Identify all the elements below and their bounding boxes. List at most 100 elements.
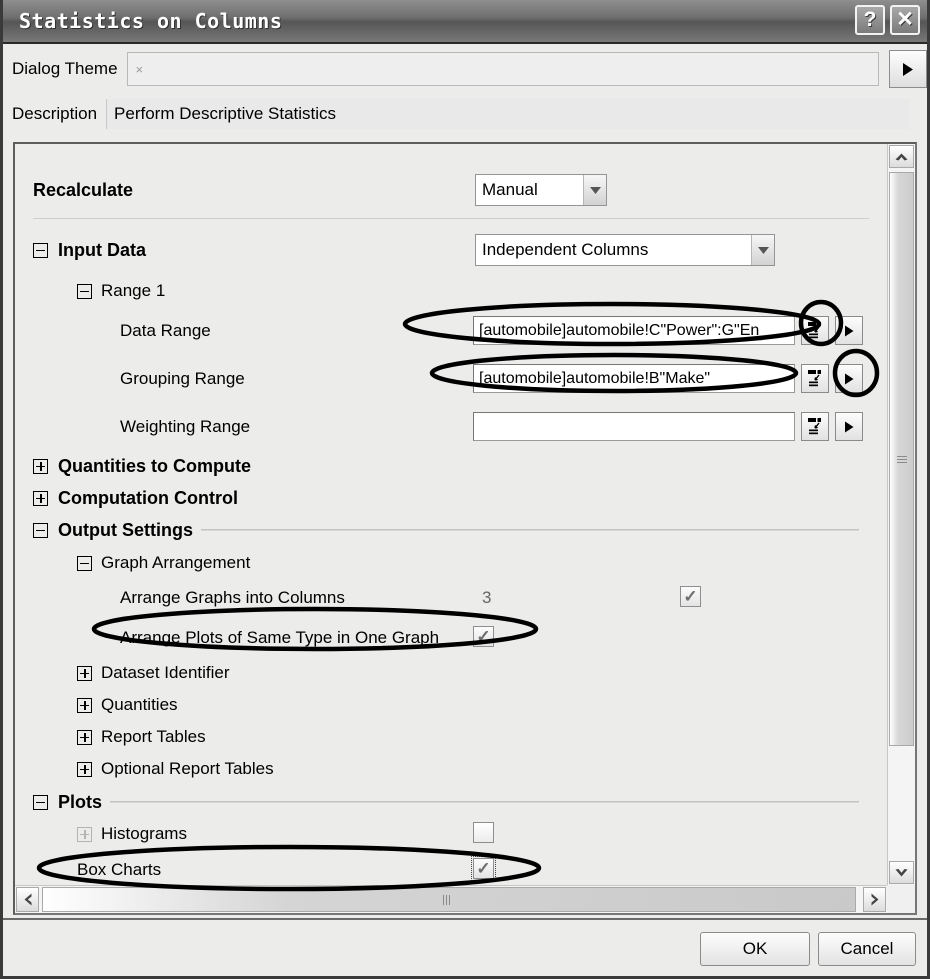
arrange-same-type-checkbox[interactable]: ✓ — [473, 626, 494, 647]
optional-report-tables-label: Optional Report Tables — [101, 759, 274, 778]
title-bar-buttons: ? ✕ — [855, 5, 920, 35]
check-icon: ✓ — [476, 627, 491, 646]
arrange-same-type-row: Arrange Plots of Same Type in One Graph … — [15, 626, 887, 650]
weighting-range-row: Weighting Range — [15, 412, 887, 441]
range-select-icon — [807, 370, 821, 387]
dialog-theme-value: × — [135, 61, 144, 77]
description-row: Description Perform Descriptive Statisti… — [3, 93, 927, 135]
quantities-label: Quantities — [101, 695, 178, 714]
dataset-identifier-row[interactable]: Dataset Identifier — [15, 662, 887, 684]
arrange-graphs-columns-value[interactable]: 3 — [482, 588, 491, 608]
check-icon: ✓ — [476, 859, 491, 878]
output-settings-rule — [200, 529, 859, 531]
scroll-right-button[interactable] — [863, 887, 886, 912]
quantities-expander-icon[interactable] — [77, 697, 92, 713]
play-triangle-icon — [845, 373, 854, 384]
vertical-scrollbar-thumb[interactable] — [889, 172, 914, 746]
data-range-input[interactable]: [automobile]automobile!C"Power":G"En — [473, 316, 795, 345]
scrollbar-grip-icon — [897, 456, 907, 463]
help-button[interactable]: ? — [855, 5, 885, 35]
output-settings-expander-icon[interactable] — [33, 522, 48, 538]
output-settings-row[interactable]: Output Settings — [15, 518, 887, 542]
computation-control-expander-icon[interactable] — [33, 490, 48, 506]
computation-control-label: Computation Control — [58, 487, 238, 508]
window-title: Statistics on Columns — [19, 9, 283, 33]
data-range-row: Data Range [automobile]automobile!C"Powe… — [15, 316, 887, 345]
range-select-icon — [807, 418, 821, 435]
range-1-row: Range 1 — [15, 280, 887, 302]
plots-rule — [110, 801, 859, 803]
cancel-button[interactable]: Cancel — [818, 932, 916, 966]
dialog-theme-input[interactable]: × — [126, 52, 879, 86]
arrange-graphs-columns-checkbox[interactable]: ✓ — [680, 586, 701, 607]
dataset-identifier-label: Dataset Identifier — [101, 663, 230, 682]
report-tables-row[interactable]: Report Tables — [15, 726, 887, 748]
computation-control-row[interactable]: Computation Control — [15, 486, 887, 510]
title-bar: Statistics on Columns ? ✕ — [3, 0, 927, 44]
optional-report-tables-expander-icon[interactable] — [77, 761, 92, 777]
input-data-row: Input Data Independent Columns — [15, 234, 887, 266]
settings-panel: Recalculate Manual Input Data Independen… — [13, 142, 917, 915]
chevron-left-icon — [24, 893, 31, 906]
recalculate-combo[interactable]: Manual — [475, 174, 607, 206]
plots-row[interactable]: Plots — [15, 790, 887, 814]
box-charts-checkbox[interactable]: ✓ — [471, 856, 496, 881]
range-select-icon — [807, 322, 821, 339]
horizontal-scrollbar-thumb[interactable] — [42, 887, 856, 912]
dialog-theme-label: Dialog Theme — [12, 59, 118, 78]
dialog-theme-menu-button[interactable] — [888, 50, 927, 88]
plots-label: Plots — [58, 791, 103, 812]
description-value: Perform Descriptive Statistics — [106, 99, 911, 129]
chevron-up-icon — [895, 153, 908, 160]
check-icon: ✓ — [683, 587, 698, 606]
range-1-label: Range 1 — [101, 281, 166, 300]
close-button[interactable]: ✕ — [890, 5, 920, 35]
weighting-range-label: Weighting Range — [120, 416, 251, 436]
histograms-expander-icon[interactable] — [77, 826, 92, 842]
histograms-checkbox[interactable] — [473, 822, 494, 843]
grouping-range-select-button[interactable] — [801, 364, 829, 393]
box-charts-label: Box Charts — [77, 860, 162, 879]
dialog-button-bar: OK Cancel — [3, 918, 927, 976]
report-tables-label: Report Tables — [101, 727, 206, 746]
scroll-up-button[interactable] — [889, 145, 914, 168]
report-tables-expander-icon[interactable] — [77, 729, 92, 745]
quantities-row[interactable]: Quantities — [15, 694, 887, 716]
recalculate-value: Manual — [482, 180, 538, 199]
scrollbar-grip-icon — [443, 895, 450, 905]
chevron-down-icon — [895, 868, 908, 876]
dataset-identifier-expander-icon[interactable] — [77, 665, 92, 681]
ok-button[interactable]: OK — [700, 932, 810, 966]
data-range-menu-button[interactable] — [835, 316, 863, 345]
weighting-range-input[interactable] — [473, 412, 795, 441]
plots-expander-icon[interactable] — [33, 794, 48, 810]
weighting-range-select-button[interactable] — [801, 412, 829, 441]
weighting-range-menu-button[interactable] — [835, 412, 863, 441]
grouping-range-row: Grouping Range [automobile]automobile!B"… — [15, 364, 887, 393]
range-1-expander-icon[interactable] — [77, 283, 92, 299]
vertical-scrollbar[interactable] — [887, 144, 915, 885]
input-data-expander-icon[interactable] — [33, 242, 48, 258]
chevron-down-icon — [751, 235, 774, 265]
quantities-to-compute-expander-icon[interactable] — [33, 458, 48, 474]
input-data-mode-combo[interactable]: Independent Columns — [475, 234, 775, 266]
scroll-down-button[interactable] — [889, 861, 914, 884]
dialog-theme-row: Dialog Theme × — [3, 46, 927, 92]
graph-arrangement-row[interactable]: Graph Arrangement — [15, 552, 887, 574]
horizontal-scrollbar[interactable] — [15, 885, 887, 913]
quantities-to-compute-row[interactable]: Quantities to Compute — [15, 454, 887, 478]
scroll-left-button[interactable] — [16, 887, 39, 912]
box-charts-row: Box Charts ✓ — [15, 856, 887, 882]
arrange-graphs-columns-row: Arrange Graphs into Columns 3 ✓ — [15, 586, 887, 610]
recalculate-divider — [33, 218, 869, 219]
grouping-range-menu-button[interactable] — [835, 364, 863, 393]
grouping-range-input[interactable]: [automobile]automobile!B"Make" — [473, 364, 795, 393]
histograms-label: Histograms — [101, 824, 187, 843]
optional-report-tables-row[interactable]: Optional Report Tables — [15, 758, 887, 780]
statistics-on-columns-dialog: Statistics on Columns ? ✕ Dialog Theme ×… — [0, 0, 930, 979]
data-range-select-button[interactable] — [801, 316, 829, 345]
graph-arrangement-expander-icon[interactable] — [77, 555, 92, 571]
chevron-right-icon — [871, 893, 878, 906]
histograms-row: Histograms — [15, 822, 887, 846]
input-data-mode-value: Independent Columns — [482, 240, 649, 259]
